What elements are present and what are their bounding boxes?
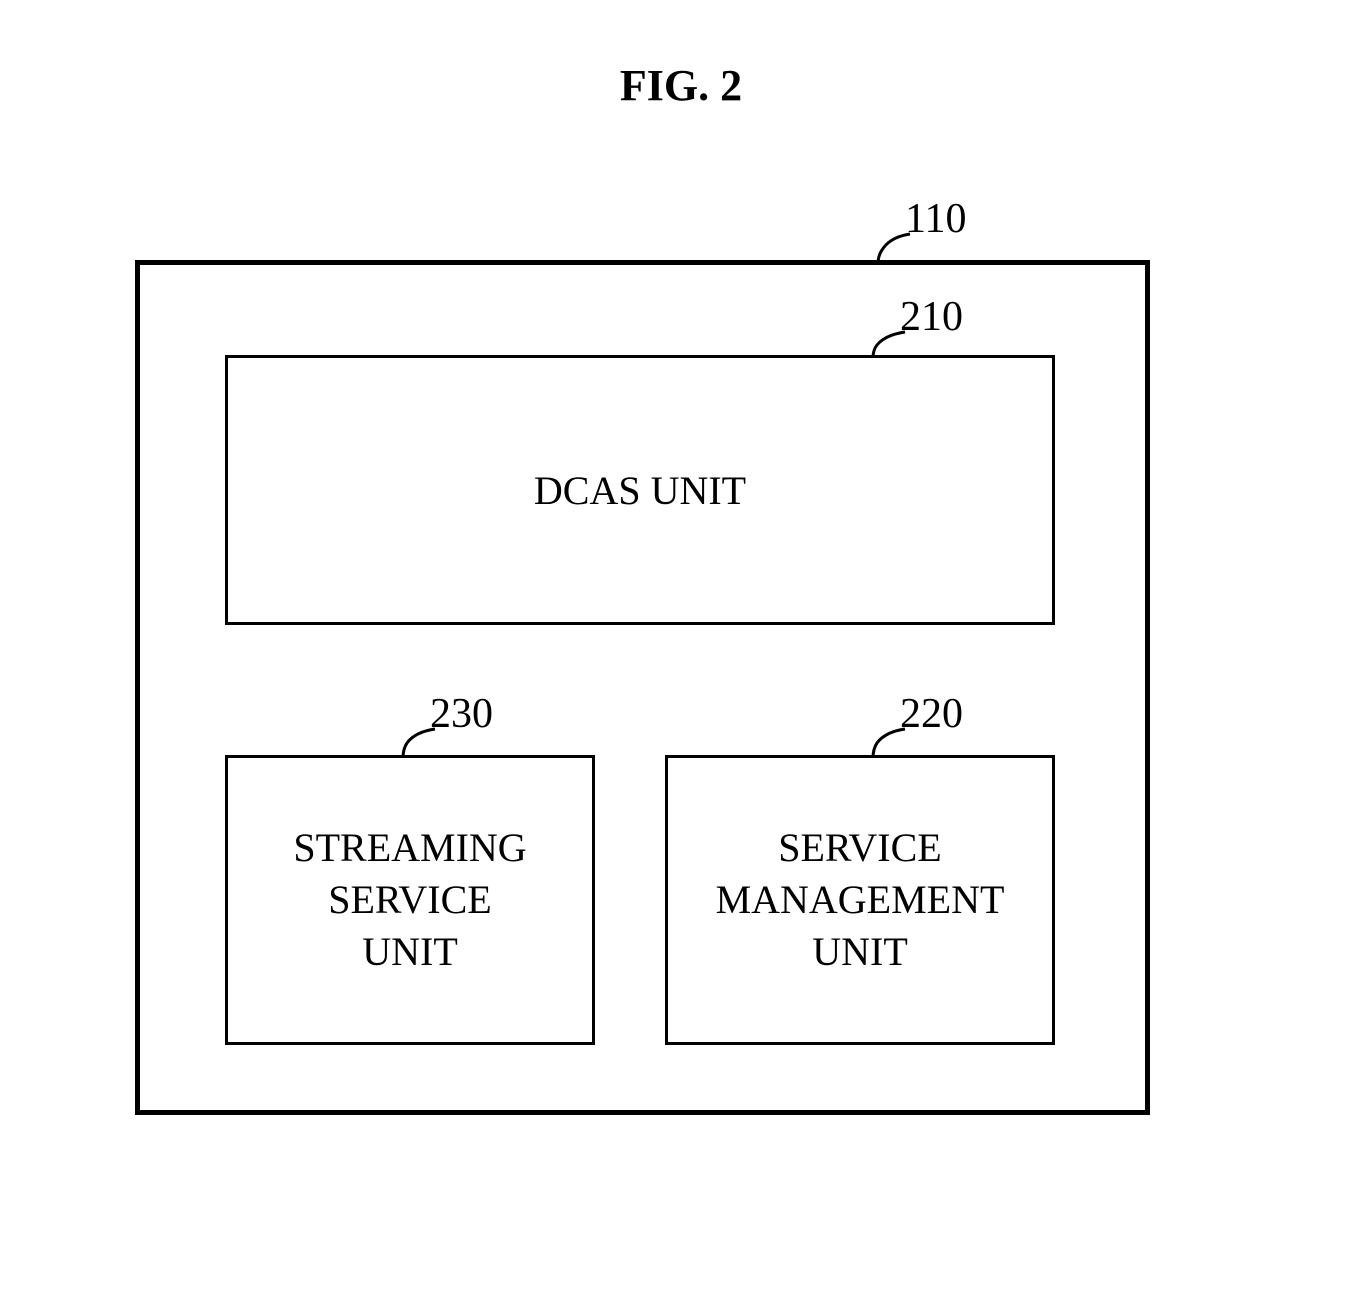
- streaming-service-unit-box: STREAMING SERVICE UNIT: [225, 755, 595, 1045]
- figure-title: FIG. 2: [620, 60, 742, 111]
- service-management-unit-label: SERVICE MANAGEMENT UNIT: [716, 822, 1005, 978]
- service-management-unit-box: SERVICE MANAGEMENT UNIT: [665, 755, 1055, 1045]
- dcas-unit-box: DCAS UNIT: [225, 355, 1055, 625]
- streaming-service-unit-label: STREAMING SERVICE UNIT: [293, 822, 526, 978]
- dcas-unit-label: DCAS UNIT: [534, 467, 746, 514]
